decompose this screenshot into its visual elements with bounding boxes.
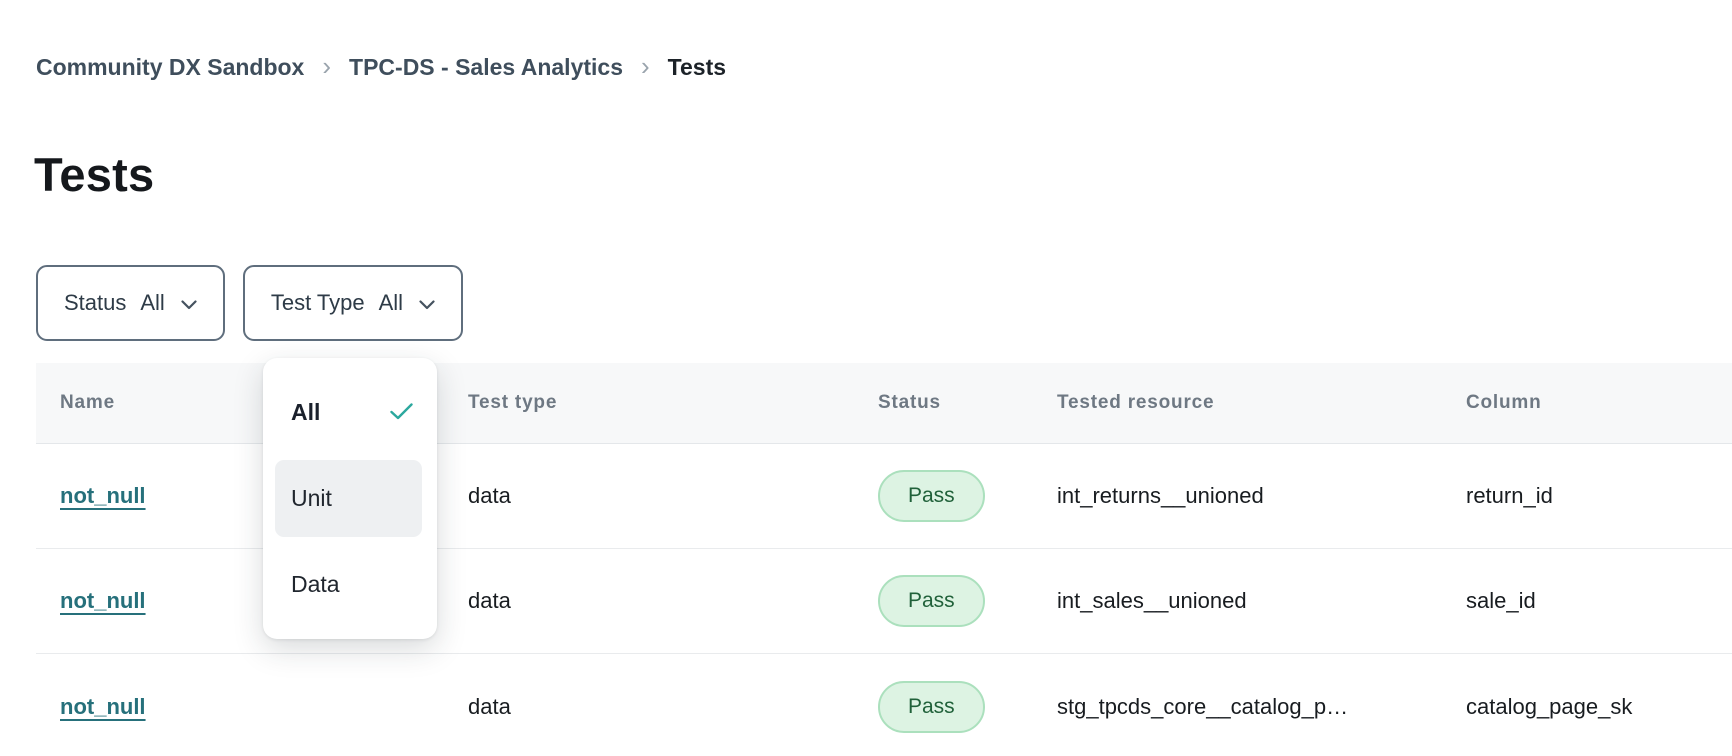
tests-page: Community DX Sandbox › TPC-DS - Sales An… [0,0,1732,756]
test-type-cell: data [468,483,878,509]
test-type-filter-label: Test Type [271,290,365,316]
tested-resource-cell: int_sales__unioned [1057,588,1466,614]
menu-item-data-label: Data [291,571,340,598]
menu-item-unit[interactable]: Unit [275,460,422,537]
menu-item-unit-label: Unit [291,485,332,512]
tested-resource-cell: int_returns__unioned [1057,483,1466,509]
test-type-filter-value: All [379,290,403,316]
header-cell-test-type: Test type [468,392,878,414]
test-type-filter-button[interactable]: Test Type All [243,265,463,341]
table-row: not_null data Pass stg_tpcds_core__catal… [36,654,1732,756]
breadcrumb-item-account[interactable]: Community DX Sandbox [36,54,304,81]
test-type-cell: data [468,694,878,720]
test-name-link[interactable]: not_null [60,588,146,614]
status-filter-button[interactable]: Status All [36,265,225,341]
column-cell: return_id [1466,483,1732,509]
chevron-down-icon [181,290,197,316]
breadcrumb-item-current: Tests [668,54,726,81]
test-type-cell: data [468,588,878,614]
filter-bar: Status All Test Type All [36,265,463,341]
menu-item-data[interactable]: Data [275,537,422,631]
breadcrumb: Community DX Sandbox › TPC-DS - Sales An… [36,54,726,81]
page-title: Tests [34,147,154,202]
check-icon [390,399,413,426]
status-badge: Pass [878,470,985,522]
chevron-down-icon [419,290,435,316]
test-name-link[interactable]: not_null [60,483,146,509]
status-filter-label: Status [64,290,126,316]
header-cell-column: Column [1466,392,1732,414]
status-badge: Pass [878,575,985,627]
menu-item-all-label: All [291,399,320,426]
column-cell: sale_id [1466,588,1732,614]
status-badge: Pass [878,681,985,733]
chevron-right-icon: › [641,53,650,79]
menu-item-all[interactable]: All [291,382,413,442]
breadcrumb-item-project[interactable]: TPC-DS - Sales Analytics [349,54,623,81]
chevron-right-icon: › [322,53,331,79]
test-name-link[interactable]: not_null [60,694,146,720]
column-cell: catalog_page_sk [1466,694,1732,720]
tested-resource-cell: stg_tpcds_core__catalog_p… [1057,694,1466,720]
header-cell-tested-resource: Tested resource [1057,392,1466,414]
test-type-menu: All Unit Data [263,358,437,639]
header-cell-status: Status [878,392,1057,414]
status-filter-value: All [140,290,164,316]
